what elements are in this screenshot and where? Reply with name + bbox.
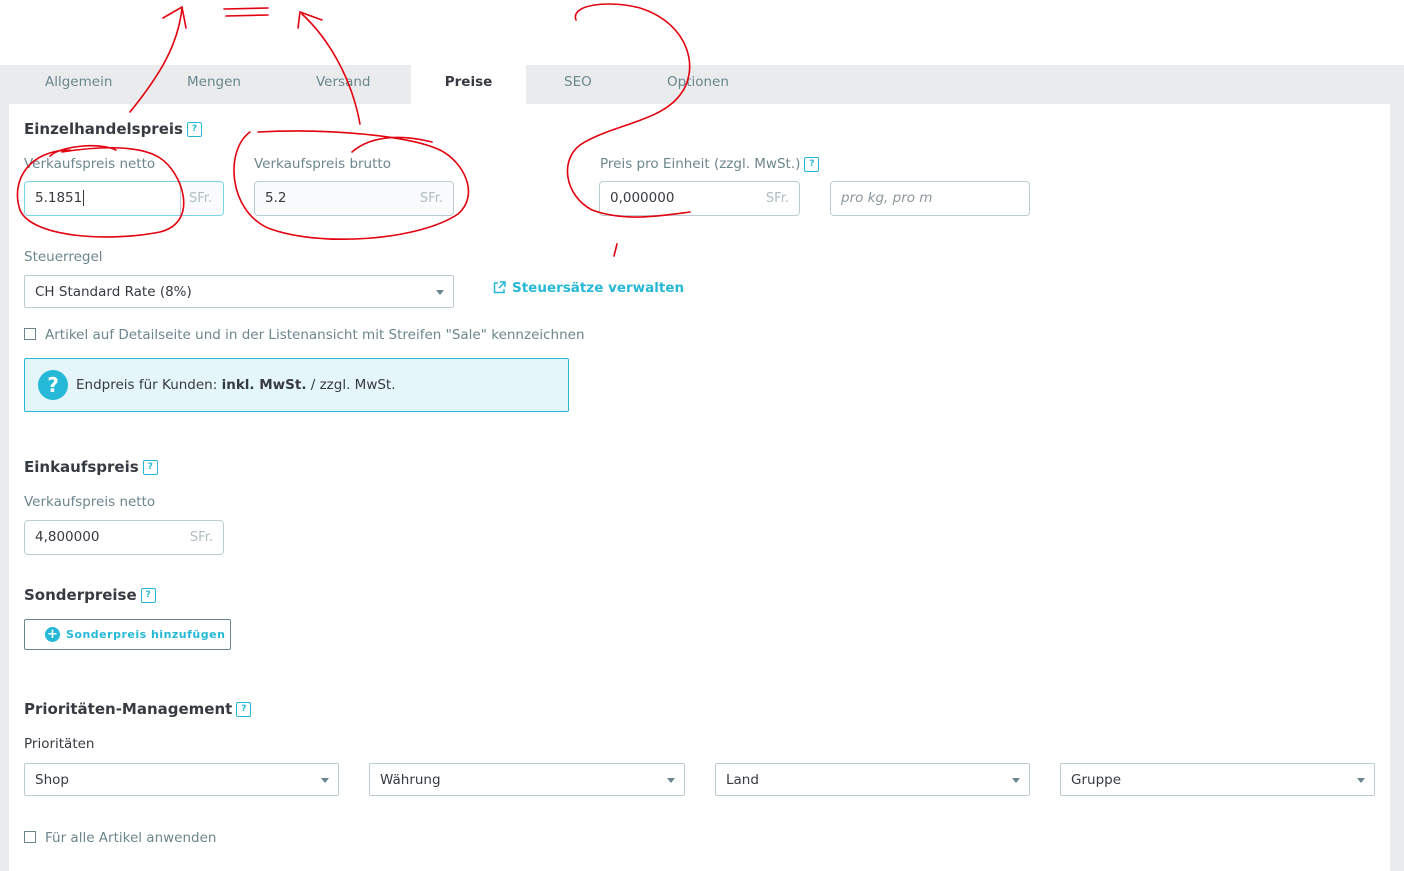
apply-all-label: Für alle Artikel anwenden [45,830,217,846]
help-icon[interactable]: ? [140,588,156,603]
chevron-down-icon [1357,778,1365,783]
purchase-price-unit: SFr. [189,530,213,545]
unit-price-value: 0,000000 [610,190,675,206]
add-special-price-button[interactable]: + Sonderpreis hinzufügen [24,619,231,650]
net-price-value: 5.1851 [35,190,85,206]
tab-preise[interactable]: Preise [411,65,526,105]
gross-price-label: Verkaufspreis brutto [254,156,391,172]
apply-all-checkbox[interactable] [24,831,36,843]
left-gutter [0,104,9,871]
tab-seo[interactable]: SEO [564,69,592,109]
help-icon[interactable]: ? [236,702,252,717]
unit-type-placeholder: pro kg, pro m [841,190,933,206]
tax-rule-select[interactable]: CH Standard Rate (8%) [24,275,454,308]
priority-heading: Prioritäten-Management? [24,700,252,718]
special-prices-heading: Sonderpreise? [24,586,156,604]
final-price-text: Endpreis für Kunden: inkl. MwSt. / zzgl.… [76,377,396,393]
tab-optionen[interactable]: Optionen [667,69,729,109]
gross-price-value: 5.2 [265,190,287,206]
chevron-down-icon [321,778,329,783]
question-icon: ? [38,370,68,400]
manage-tax-rates-link[interactable]: Steuersätze verwalten [493,280,684,296]
chevron-down-icon [436,290,444,295]
tax-rule-value: CH Standard Rate (8%) [35,284,192,300]
tab-mengen[interactable]: Mengen [187,69,241,109]
priority-select-2[interactable]: Währung [369,763,685,796]
priorities-label: Prioritäten [24,736,95,752]
prices-panel [9,104,1390,871]
purchase-price-input[interactable]: 4,800000 SFr. [24,520,224,555]
final-price-info: ? Endpreis für Kunden: inkl. MwSt. / zzg… [24,358,569,412]
chevron-down-icon [667,778,675,783]
net-price-unit: SFr. [180,182,223,215]
purchase-net-label: Verkaufspreis netto [24,494,156,510]
chevron-down-icon [1012,778,1020,783]
priority-select-1[interactable]: Shop [24,763,339,796]
top-band [0,0,1404,65]
unit-price-input[interactable]: 0,000000 SFr. [599,181,800,216]
sale-checkbox[interactable] [24,328,36,340]
priority-select-3[interactable]: Land [715,763,1030,796]
right-gutter [1390,104,1404,871]
net-price-label: Verkaufspreis netto [24,156,156,172]
purchase-price-value: 4,800000 [35,529,100,545]
plus-icon: + [45,627,60,642]
gross-price-input[interactable]: 5.2 SFr. [254,181,454,216]
unit-price-unit: SFr. [765,191,789,206]
external-link-icon [493,281,506,294]
help-icon[interactable]: ? [142,460,158,475]
unit-type-input[interactable]: pro kg, pro m [830,181,1030,216]
priority-select-4[interactable]: Gruppe [1060,763,1375,796]
help-icon[interactable]: ? [186,122,202,137]
unit-price-label: Preis pro Einheit (zzgl. MwSt.)? [600,156,820,172]
purchase-heading: Einkaufspreis? [24,458,158,476]
help-icon[interactable]: ? [804,156,820,172]
tab-allgemein[interactable]: Allgemein [45,69,112,109]
sale-checkbox-label: Artikel auf Detailseite und in der Liste… [45,327,585,343]
tab-versand[interactable]: Versand [316,69,370,109]
tax-rule-label: Steuerregel [24,249,103,265]
tab-bar: Allgemein Mengen Versand Preise SEO Opti… [0,65,1404,105]
net-price-input[interactable]: 5.1851 SFr. [24,181,224,216]
retail-heading: Einzelhandelspreis? [24,120,202,138]
gross-price-unit: SFr. [419,191,443,206]
